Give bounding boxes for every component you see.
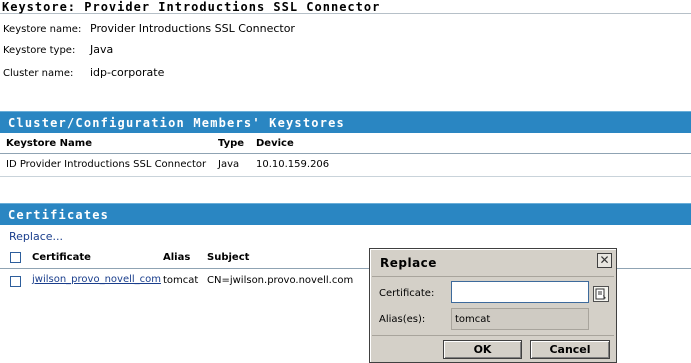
column-header-subject: Subject	[207, 252, 250, 263]
dialog-button-divider	[372, 335, 614, 336]
page-title: Keystore: Provider Introductions SSL Con…	[0, 0, 691, 14]
keystore-type-label: Keystore type:	[3, 45, 76, 56]
members-section-header: Cluster/Configuration Members' Keystores	[0, 111, 691, 133]
replace-dialog: Replace ✕ Certificate: Alias(es): OK Can…	[369, 248, 617, 363]
ok-button[interactable]: OK	[443, 340, 522, 359]
certificates-section-header: Certificates	[0, 203, 691, 225]
column-header-certificate: Certificate	[32, 252, 91, 263]
certificate-subject: CN=jwilson.provo.novell.com	[207, 275, 354, 286]
member-row-type: Java	[218, 159, 240, 170]
alias-input	[451, 308, 589, 330]
member-row-keystore-name: ID Provider Introductions SSL Connector	[6, 159, 207, 170]
certificate-field-label: Certificate:	[379, 288, 435, 299]
select-all-checkbox[interactable]	[10, 252, 21, 263]
alias-field-label: Alias(es):	[379, 314, 426, 325]
keystore-type-value: Java	[90, 43, 114, 56]
members-header-divider	[0, 153, 691, 154]
member-row-device: 10.10.159.206	[256, 159, 330, 170]
keystore-name-value: Provider Introductions SSL Connector	[90, 22, 295, 35]
certificate-input[interactable]	[451, 281, 589, 303]
column-header-type: Type	[218, 138, 245, 149]
browse-icon[interactable]	[593, 286, 609, 302]
dialog-title: Replace	[380, 256, 437, 270]
replace-link[interactable]: Replace...	[9, 230, 63, 243]
column-header-device: Device	[256, 138, 294, 149]
certificate-alias: tomcat	[163, 275, 199, 286]
column-header-alias: Alias	[163, 252, 191, 263]
column-header-keystore-name: Keystore Name	[6, 138, 92, 149]
cluster-name-value: idp-corporate	[90, 66, 165, 79]
members-row-divider	[0, 176, 691, 177]
dialog-title-divider	[372, 276, 614, 277]
cluster-name-label: Cluster name:	[3, 68, 74, 79]
cancel-button[interactable]: Cancel	[530, 340, 610, 359]
close-icon[interactable]: ✕	[597, 253, 612, 268]
certificate-row-checkbox[interactable]	[10, 276, 21, 287]
certificate-link[interactable]: jwilson_provo_novell_com	[32, 274, 161, 285]
keystore-name-label: Keystore name:	[3, 24, 82, 35]
